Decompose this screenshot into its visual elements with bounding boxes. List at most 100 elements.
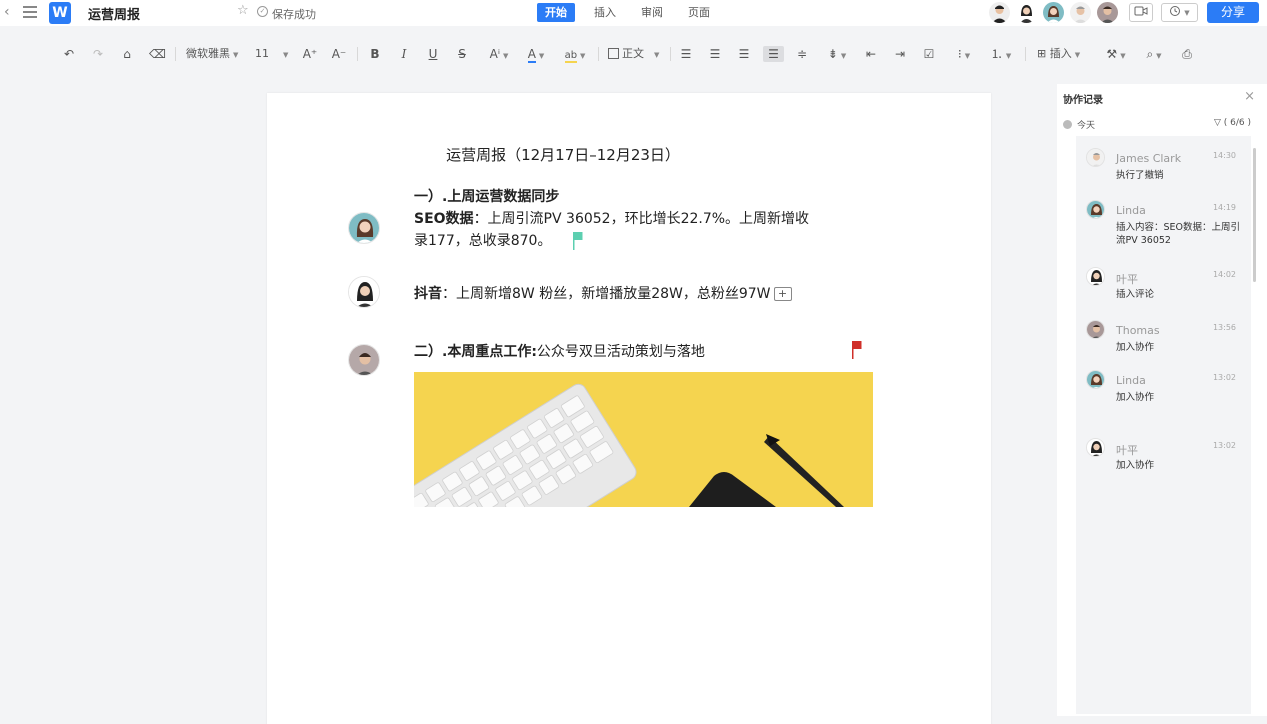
search-icon[interactable]: ⌕ ▼	[1141, 46, 1167, 62]
entry-time: 13:02	[1212, 441, 1236, 450]
indent-decrease-icon[interactable]: ⇤	[864, 46, 878, 62]
chevron-left-icon[interactable]: ‹	[4, 5, 10, 19]
format-painter-icon[interactable]: ⌂	[120, 46, 134, 62]
collaborator-avatar[interactable]	[1016, 2, 1037, 23]
redo-icon[interactable]: ↷	[91, 46, 105, 62]
align-center-icon[interactable]: ☰	[708, 46, 722, 62]
green-flag-icon[interactable]	[573, 232, 583, 250]
align-right-icon[interactable]: ☰	[737, 46, 751, 62]
font-size-value: 11	[255, 47, 269, 60]
collaboration-panel: 协作记录 × 今天 ▽ ( 6/6 ) James Clark 14:30 执行…	[1057, 84, 1267, 716]
line-spacing-icon[interactable]: ≑	[795, 46, 809, 62]
paragraph-style-value: 正文	[622, 47, 644, 60]
tab-page[interactable]: 页面	[680, 3, 718, 22]
entry-time: 14:02	[1212, 270, 1236, 279]
hamburger-menu-icon[interactable]	[23, 6, 37, 18]
align-left-icon[interactable]: ☰	[679, 46, 693, 62]
seo-paragraph-continued[interactable]: 录177，总收录870。	[414, 230, 551, 252]
font-family-select[interactable]: 微软雅黑 ▼	[186, 46, 238, 62]
video-call-icon[interactable]	[1129, 3, 1153, 22]
collaborator-avatar[interactable]	[1043, 2, 1064, 23]
douyin-text: ：上周新增8W 粉丝，新增播放量28W，总粉丝97W	[442, 286, 771, 302]
entry-name: 叶平	[1116, 444, 1138, 457]
document-title[interactable]: 运营周报	[88, 4, 140, 23]
document-heading[interactable]: 运营周报（12月17日–12月23日）	[267, 144, 859, 165]
font-color-icon[interactable]: A ▼	[523, 46, 549, 63]
share-button[interactable]: 分享	[1207, 2, 1259, 23]
keyboard-photo[interactable]	[414, 372, 873, 507]
entry-time: 14:19	[1212, 203, 1236, 212]
section2-text: 公众号双旦活动策划与落地	[536, 344, 705, 360]
entry-time: 13:02	[1212, 373, 1236, 382]
seo-paragraph[interactable]: SEO数据：上周引流PV 36052，环比增长22.7%。上周新增收	[414, 208, 809, 230]
douyin-paragraph[interactable]: 抖音：上周新增8W 粉丝，新增播放量28W，总粉丝97W +	[414, 283, 792, 305]
entry-text: 插入内容：SEO数据：上周引流PV 36052	[1116, 222, 1241, 246]
font-size-increase-button[interactable]: A⁺	[302, 46, 318, 62]
collaborator-avatar[interactable]	[1070, 2, 1091, 23]
collapse-icon	[1063, 120, 1072, 129]
align-justify-icon[interactable]: ☰	[763, 46, 784, 62]
bold-button[interactable]: B	[368, 46, 382, 62]
filter-icon: ▽	[1213, 118, 1221, 128]
douyin-label: 抖音	[414, 286, 442, 302]
entry-text: 执行了撤销	[1116, 170, 1164, 181]
tab-start[interactable]: 开始	[537, 3, 575, 22]
entry-name: Thomas	[1116, 324, 1160, 337]
tab-review[interactable]: 审阅	[633, 3, 671, 22]
collaborator-avatar[interactable]	[1097, 2, 1118, 23]
star-icon[interactable]: ☆	[237, 3, 249, 18]
numbered-list-icon[interactable]: ⒈ ▼	[988, 46, 1014, 62]
add-comment-icon[interactable]: +	[773, 287, 792, 301]
paragraph-spacing-icon[interactable]: ⇟ ▼	[824, 46, 850, 62]
font-size-decrease-button[interactable]: A⁻	[331, 46, 347, 62]
section1-heading: 一）.上周运营数据同步	[414, 189, 560, 205]
print-icon[interactable]: ⎙	[1179, 46, 1195, 62]
close-icon[interactable]: ×	[1244, 89, 1255, 104]
insert-icon: ⊞	[1037, 47, 1047, 60]
tools-icon[interactable]: ⚒ ▼	[1103, 46, 1129, 62]
bullet-list-icon[interactable]: ⁝ ▼	[951, 46, 977, 62]
entry-time: 14:30	[1212, 151, 1236, 160]
author-avatar[interactable]	[348, 212, 380, 244]
avatar	[1086, 438, 1105, 457]
day-group-toggle[interactable]: 今天	[1063, 118, 1095, 131]
underline-button[interactable]: U	[426, 46, 440, 62]
eraser-icon[interactable]: ⌫	[149, 46, 166, 62]
tab-insert[interactable]: 插入	[586, 3, 624, 22]
strikethrough-button[interactable]: S	[455, 46, 469, 62]
section-heading[interactable]: 一）.上周运营数据同步	[414, 186, 559, 208]
highlight-color-icon[interactable]: ab ▼	[561, 46, 589, 63]
italic-button[interactable]: I	[397, 46, 411, 62]
toolbar-divider	[598, 47, 599, 61]
activity-list: James Clark 14:30 执行了撤销 Linda 14:19 插入内容…	[1076, 136, 1251, 714]
avatar	[1086, 267, 1105, 286]
font-size-select[interactable]: 11 ▼	[255, 46, 288, 62]
collaborator-avatar[interactable]	[989, 2, 1010, 23]
seo-label: SEO数据	[414, 211, 474, 227]
indent-increase-icon[interactable]: ⇥	[893, 46, 907, 62]
entry-time: 13:56	[1212, 323, 1236, 332]
entry-text: 加入协作	[1116, 342, 1155, 353]
seo-text-line1: ：上周引流PV 36052，环比增长22.7%。上周新增收	[473, 211, 810, 227]
document-page[interactable]: 运营周报（12月17日–12月23日） 一）.上周运营数据同步 SEO数据：上周…	[267, 93, 991, 724]
paragraph-style-icon	[608, 48, 619, 59]
undo-icon[interactable]: ↶	[62, 46, 76, 62]
red-flag-icon[interactable]	[852, 341, 862, 359]
font-family-value: 微软雅黑	[186, 47, 230, 60]
author-avatar[interactable]	[348, 276, 380, 308]
history-icon[interactable]: ▼	[1161, 3, 1198, 22]
checkbox-list-icon[interactable]: ☑	[922, 46, 936, 62]
avatar	[1086, 370, 1105, 389]
paragraph-style-select[interactable]: 正文 ▼	[608, 46, 659, 62]
scrollbar[interactable]	[1253, 148, 1256, 282]
filter-button[interactable]: ▽ ( 6/6 )	[1214, 118, 1251, 128]
save-status: 保存成功	[272, 8, 316, 21]
day-label: 今天	[1077, 121, 1096, 131]
entry-text: 插入评论	[1116, 289, 1155, 300]
superscript-icon[interactable]: Aⁱ ▼	[486, 46, 512, 62]
insert-label: 插入	[1049, 47, 1072, 60]
author-avatar[interactable]	[348, 344, 380, 376]
insert-menu[interactable]: ⊞ 插入 ▼	[1037, 46, 1080, 62]
entry-name: 叶平	[1116, 273, 1138, 286]
section2-paragraph[interactable]: 二）.本周重点工作:公众号双旦活动策划与落地	[414, 341, 705, 363]
